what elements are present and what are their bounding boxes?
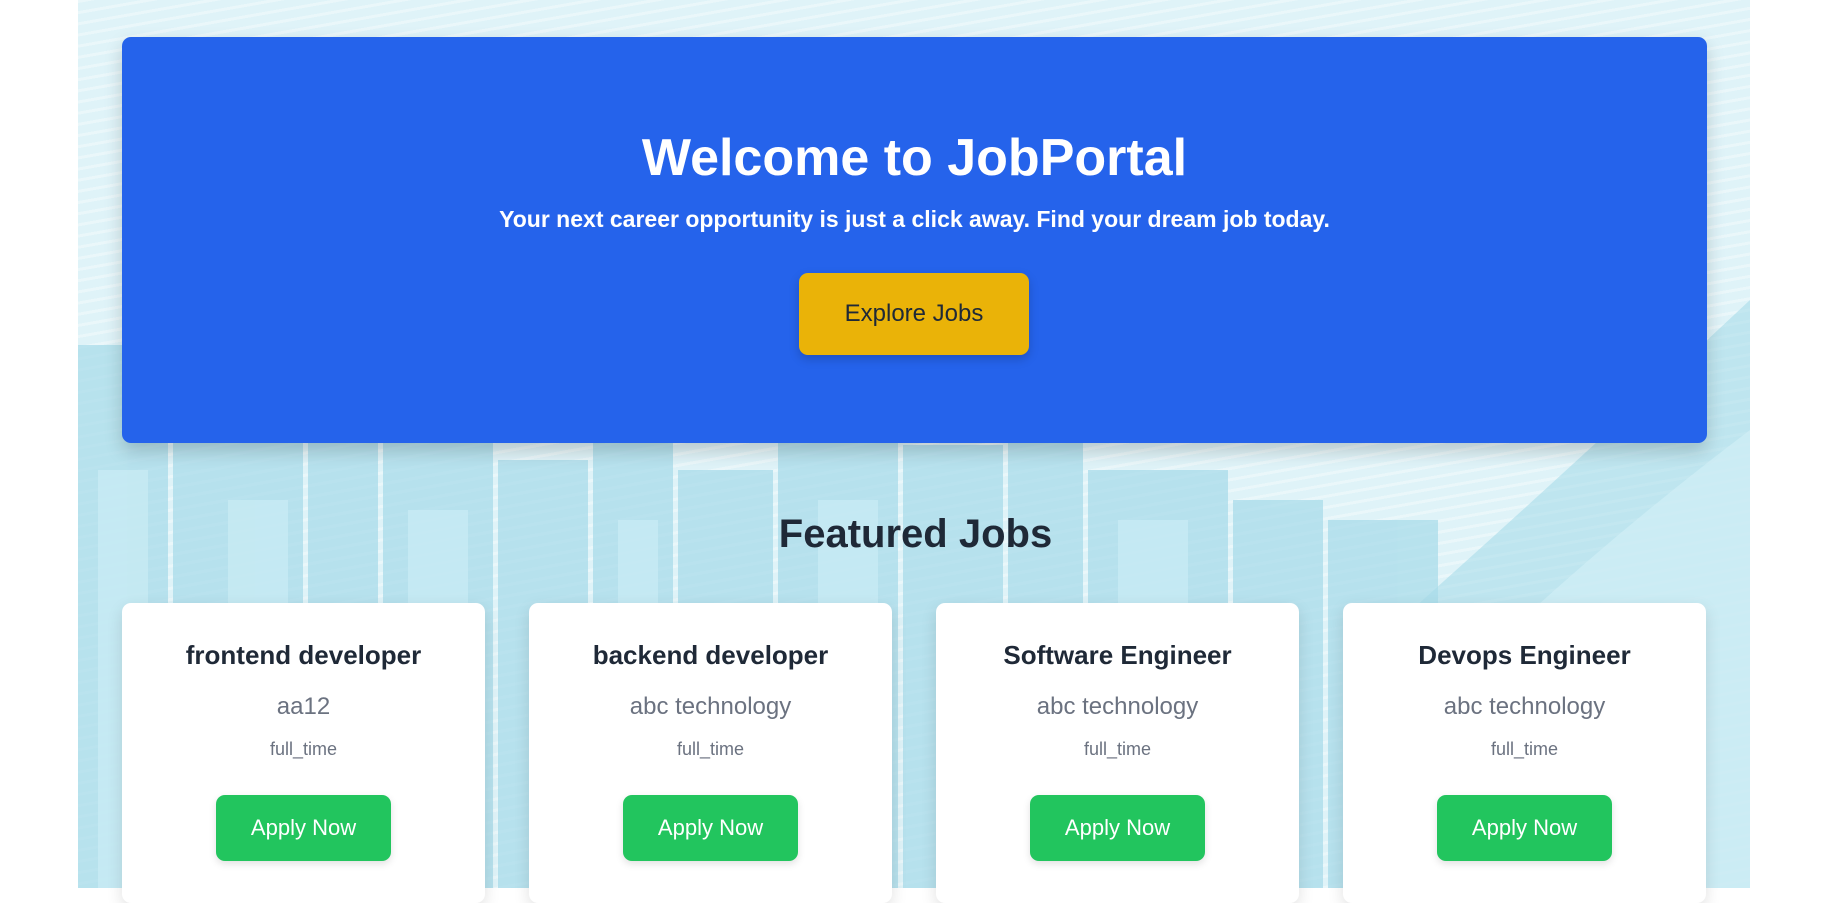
apply-now-button[interactable]: Apply Now [1030,795,1205,861]
job-type: full_time [1083,739,1152,759]
explore-jobs-button[interactable]: Explore Jobs [799,273,1029,355]
apply-now-button[interactable]: Apply Now [216,795,391,861]
apply-now-button[interactable]: Apply Now [623,795,798,861]
hero-banner: Welcome to JobPortal Your next career op… [122,37,1707,443]
job-company: abc technology [1036,693,1199,720]
job-title: frontend developer [185,640,422,670]
job-company: abc technology [629,693,792,720]
featured-jobs-title: Featured Jobs [778,512,1053,556]
job-card: frontend developer aa12 full_time Apply … [122,603,485,903]
job-card: Software Engineer abc technology full_ti… [936,603,1299,903]
hero-subtitle: Your next career opportunity is just a c… [499,206,1330,232]
job-card: Devops Engineer abc technology full_time… [1343,603,1706,903]
job-type: full_time [1490,739,1559,759]
job-title: backend developer [592,640,829,670]
apply-now-button[interactable]: Apply Now [1437,795,1612,861]
job-title: Software Engineer [1003,640,1232,670]
job-title: Devops Engineer [1418,640,1631,670]
job-card: backend developer abc technology full_ti… [529,603,892,903]
hero-title: Welcome to JobPortal [641,129,1188,187]
job-company: abc technology [1443,693,1606,720]
job-type: full_time [269,739,338,759]
job-type: full_time [676,739,745,759]
job-company: aa12 [276,693,331,720]
